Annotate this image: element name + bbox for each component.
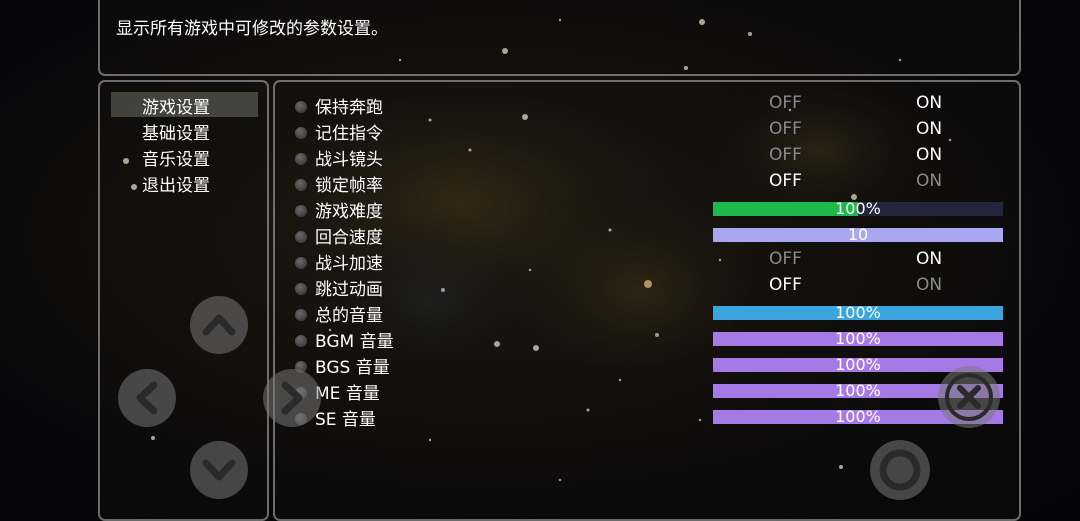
help-text: 显示所有游戏中可修改的参数设置。 bbox=[116, 19, 388, 39]
ring-icon bbox=[879, 449, 921, 491]
option-row-master-volume[interactable]: 总的音量 100% bbox=[275, 300, 1015, 326]
option-label: 回合速度 bbox=[315, 228, 383, 248]
option-off-choice[interactable]: OFF bbox=[769, 93, 802, 113]
category-item-exit-settings[interactable]: 退出设置 bbox=[142, 171, 210, 196]
option-on-choice[interactable]: ON bbox=[916, 171, 942, 191]
option-row-battle-speedup[interactable]: 战斗加速 OFF ON bbox=[275, 248, 1015, 274]
option-row-bgs-volume[interactable]: BGS 音量 100% bbox=[275, 352, 1015, 378]
option-label: 跳过动画 bbox=[315, 280, 383, 300]
category-item-music-settings[interactable]: 音乐设置 bbox=[142, 145, 210, 170]
option-row-lock-framerate[interactable]: 锁定帧率 OFF ON bbox=[275, 170, 1015, 196]
option-row-se-volume[interactable]: SE 音量 100% bbox=[275, 404, 1015, 430]
option-on-choice[interactable]: ON bbox=[916, 145, 942, 165]
close-icon bbox=[945, 373, 993, 421]
bgm-volume-gauge[interactable]: 100% bbox=[713, 329, 1003, 348]
chevron-left-icon bbox=[136, 381, 158, 415]
option-label: 总的音量 bbox=[315, 306, 383, 326]
option-label: BGS 音量 bbox=[315, 358, 390, 378]
dpad-down-button[interactable] bbox=[190, 441, 248, 499]
option-bullet-icon bbox=[295, 205, 307, 217]
option-on-choice[interactable]: ON bbox=[916, 119, 942, 139]
gauge-value: 10 bbox=[847, 225, 869, 244]
turn-speed-gauge[interactable]: 10 bbox=[713, 225, 1003, 244]
option-off-choice[interactable]: OFF bbox=[769, 275, 802, 295]
master-volume-gauge[interactable]: 100% bbox=[713, 303, 1003, 322]
option-label: SE 音量 bbox=[315, 410, 376, 430]
chevron-right-icon bbox=[281, 381, 303, 415]
confirm-button[interactable] bbox=[870, 440, 930, 500]
option-bullet-icon bbox=[295, 179, 307, 191]
option-bullet-icon bbox=[295, 309, 307, 321]
option-bullet-icon bbox=[295, 127, 307, 139]
option-row-skip-animation[interactable]: 跳过动画 OFF ON bbox=[275, 274, 1015, 300]
category-item-game-settings[interactable]: 游戏设置 bbox=[142, 93, 210, 118]
help-panel: 显示所有游戏中可修改的参数设置。 bbox=[98, 0, 1021, 76]
dpad-up-button[interactable] bbox=[190, 296, 248, 354]
option-bullet-icon bbox=[295, 101, 307, 113]
cancel-button[interactable] bbox=[938, 366, 1000, 428]
option-label: 锁定帧率 bbox=[315, 176, 383, 196]
option-label: ME 音量 bbox=[315, 384, 380, 404]
option-off-choice[interactable]: OFF bbox=[769, 145, 802, 165]
chevron-up-icon bbox=[202, 314, 236, 336]
option-row-remember-command[interactable]: 记住指令 OFF ON bbox=[275, 118, 1015, 144]
option-off-choice[interactable]: OFF bbox=[769, 249, 802, 269]
option-on-choice[interactable]: ON bbox=[916, 249, 942, 269]
option-label: 战斗加速 bbox=[315, 254, 383, 274]
option-label: 战斗镜头 bbox=[315, 150, 383, 170]
option-bullet-icon bbox=[295, 335, 307, 347]
option-off-choice[interactable]: OFF bbox=[769, 119, 802, 139]
gauge-value: 100% bbox=[835, 199, 881, 218]
option-row-battle-camera[interactable]: 战斗镜头 OFF ON bbox=[275, 144, 1015, 170]
option-off-choice[interactable]: OFF bbox=[769, 171, 802, 191]
gauge-value: 100% bbox=[835, 329, 881, 348]
option-label: 记住指令 bbox=[315, 124, 383, 144]
gauge-value: 100% bbox=[835, 303, 881, 322]
dpad-right-button[interactable] bbox=[263, 369, 321, 427]
dpad-left-button[interactable] bbox=[118, 369, 176, 427]
option-row-me-volume[interactable]: ME 音量 100% bbox=[275, 378, 1015, 404]
option-bullet-icon bbox=[295, 283, 307, 295]
option-bullet-icon bbox=[295, 257, 307, 269]
option-row-bgm-volume[interactable]: BGM 音量 100% bbox=[275, 326, 1015, 352]
option-label: 游戏难度 bbox=[315, 202, 383, 222]
difficulty-gauge[interactable]: 100% bbox=[713, 199, 1003, 218]
option-on-choice[interactable]: ON bbox=[916, 275, 942, 295]
option-row-difficulty[interactable]: 游戏难度 100% bbox=[275, 196, 1015, 222]
option-on-choice[interactable]: ON bbox=[916, 93, 942, 113]
category-item-basic-settings[interactable]: 基础设置 bbox=[142, 119, 210, 144]
option-bullet-icon bbox=[295, 231, 307, 243]
option-label: BGM 音量 bbox=[315, 332, 394, 352]
option-label: 保持奔跑 bbox=[315, 98, 383, 118]
option-row-turn-speed[interactable]: 回合速度 10 bbox=[275, 222, 1015, 248]
option-bullet-icon bbox=[295, 153, 307, 165]
chevron-down-icon bbox=[202, 459, 236, 481]
option-row-keep-running[interactable]: 保持奔跑 OFF ON bbox=[275, 92, 1015, 118]
